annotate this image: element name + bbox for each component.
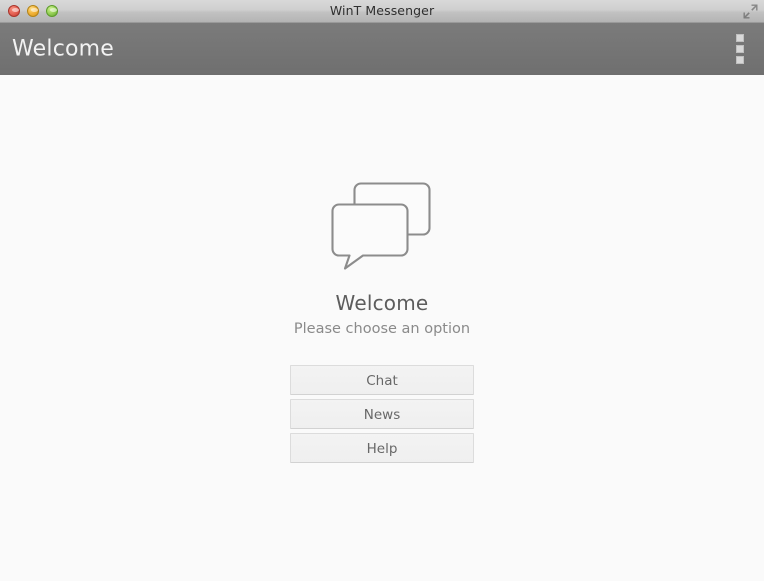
window-controls bbox=[8, 0, 58, 22]
menu-dot-3 bbox=[736, 56, 744, 64]
zoom-button[interactable] bbox=[46, 5, 58, 17]
menu-dot-1 bbox=[736, 34, 744, 42]
minimize-button[interactable] bbox=[27, 5, 39, 17]
help-button[interactable]: Help bbox=[290, 433, 474, 463]
window-title: WinT Messenger bbox=[329, 3, 435, 18]
close-button[interactable] bbox=[8, 5, 20, 17]
main-content: Welcome Please choose an option Chat New… bbox=[0, 75, 764, 581]
option-button-group: Chat News Help bbox=[290, 365, 474, 463]
chat-bubbles-icon bbox=[330, 175, 434, 273]
app-header-bar: Welcome bbox=[0, 23, 764, 75]
overflow-menu-icon[interactable] bbox=[734, 32, 746, 66]
menu-dot-2 bbox=[736, 45, 744, 53]
news-button[interactable]: News bbox=[290, 399, 474, 429]
app-window: WinT Messenger Welcome Welcome Please ch… bbox=[0, 0, 764, 581]
chat-button[interactable]: Chat bbox=[290, 365, 474, 395]
welcome-subtitle: Please choose an option bbox=[293, 321, 471, 337]
page-title: Welcome bbox=[12, 36, 115, 62]
welcome-heading: Welcome bbox=[335, 291, 429, 315]
window-titlebar: WinT Messenger bbox=[0, 0, 764, 23]
fullscreen-icon[interactable] bbox=[743, 4, 758, 19]
